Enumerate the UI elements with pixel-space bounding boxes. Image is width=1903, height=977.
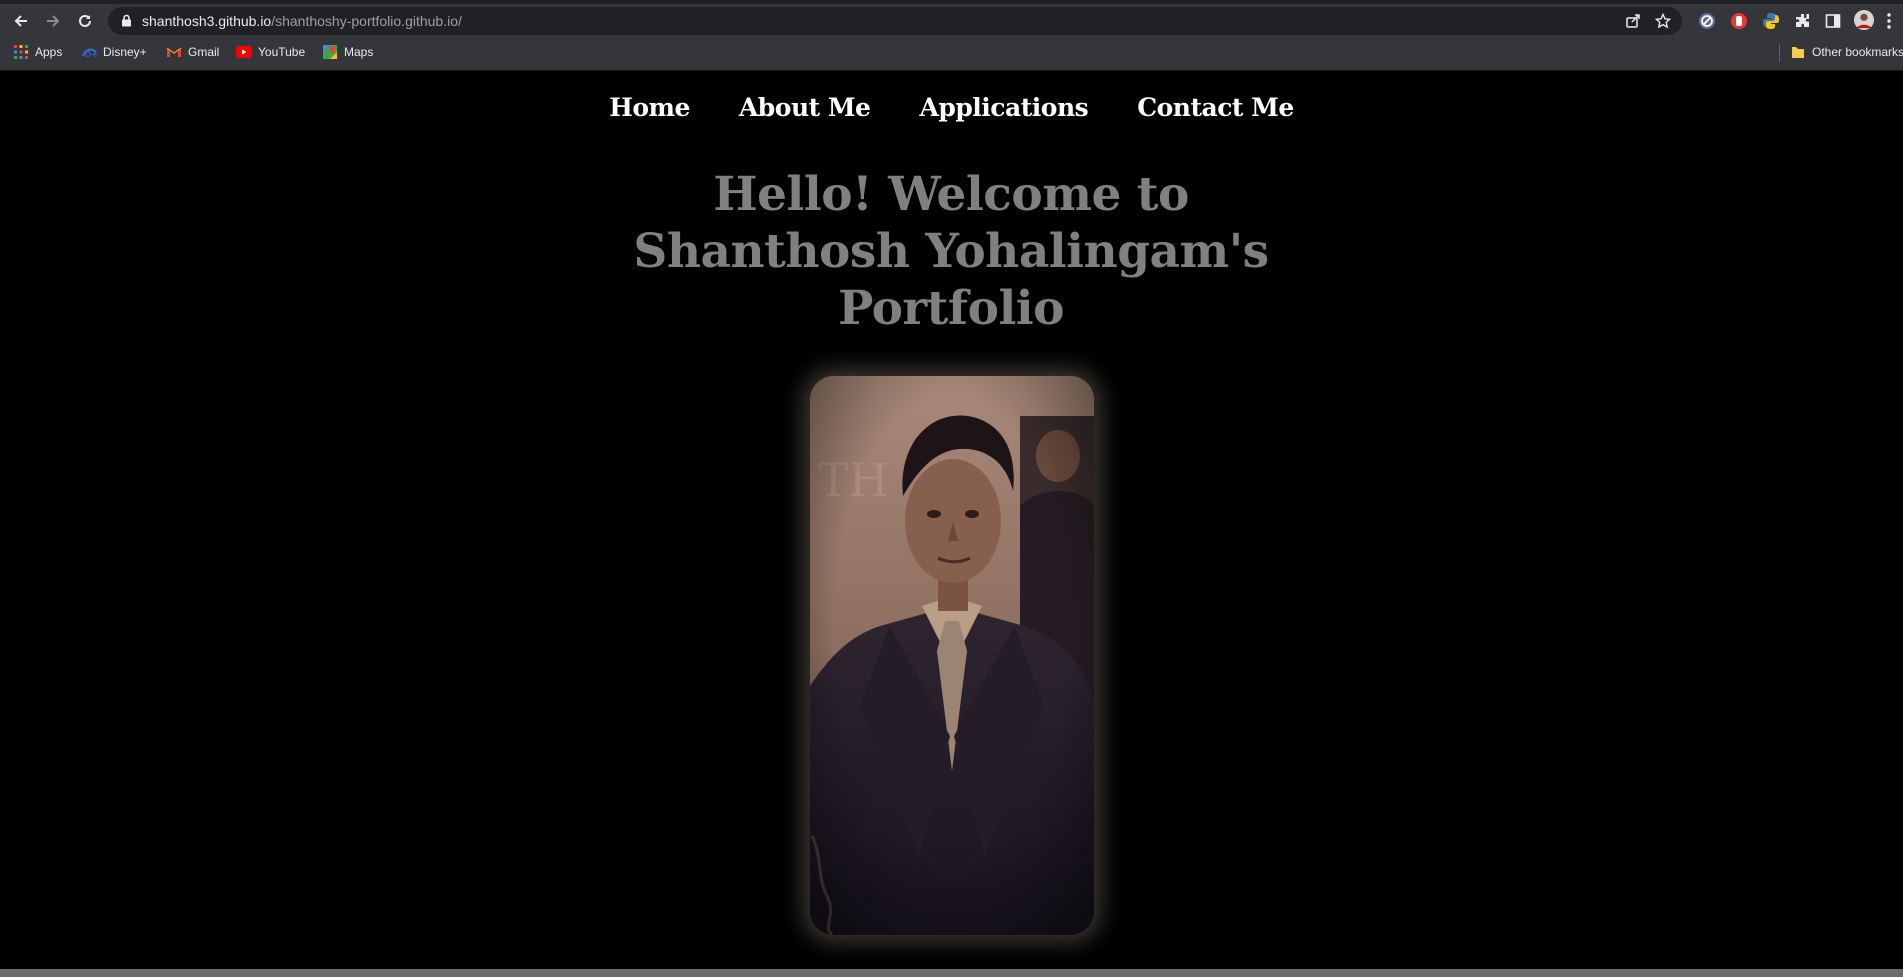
hero-title: Hello! Welcome to Shanthosh Yohalingam's…: [633, 167, 1269, 336]
google-maps-icon: [322, 44, 338, 60]
url-path: /shanthoshy-portfolio.github.io/: [271, 13, 462, 29]
python-extension-icon[interactable]: [1761, 11, 1781, 31]
profile-avatar-icon[interactable]: [1854, 10, 1874, 30]
bookmark-label: YouTube: [258, 45, 306, 59]
svg-text:D+: D+: [85, 50, 97, 59]
bookmark-label: Other bookmarks: [1812, 45, 1903, 59]
share-icon[interactable]: [1624, 12, 1642, 30]
folder-icon: [1790, 44, 1806, 60]
bookmarks-separator: [1779, 44, 1780, 62]
nav-home-link[interactable]: Home: [609, 88, 690, 128]
bookmark-label: Apps: [35, 45, 63, 59]
bookmark-maps[interactable]: Maps: [322, 42, 373, 62]
browser-toolbar: shanthosh3.github.io/shanthoshy-portfoli…: [0, 4, 1903, 38]
chrome-divider: [0, 70, 1903, 71]
bookmark-apps[interactable]: Apps: [13, 42, 62, 62]
forward-arrow-icon: [47, 15, 60, 27]
back-arrow-icon: [14, 15, 27, 27]
forward-button[interactable]: [40, 8, 66, 34]
extension-block-icon[interactable]: [1697, 11, 1717, 31]
bookmark-youtube[interactable]: YouTube: [236, 42, 305, 62]
browser-chrome: shanthosh3.github.io/shanthoshy-portfoli…: [0, 0, 1903, 70]
extensions-puzzle-icon[interactable]: [1793, 11, 1813, 31]
lock-icon: [122, 14, 131, 27]
bookmark-gmail[interactable]: Gmail: [166, 42, 219, 62]
nav-about-me-link[interactable]: About Me: [739, 88, 871, 128]
side-panel-icon[interactable]: [1823, 11, 1843, 31]
nav-applications-link[interactable]: Applications: [919, 88, 1088, 128]
bookmark-label: Gmail: [188, 45, 220, 59]
url-text[interactable]: shanthosh3.github.io/shanthoshy-portfoli…: [142, 13, 462, 29]
site-navigation: Home About Me Applications Contact Me: [0, 88, 1903, 128]
nav-contact-me-link[interactable]: Contact Me: [1137, 88, 1294, 128]
back-button[interactable]: [8, 8, 34, 34]
address-bar[interactable]: shanthosh3.github.io/shanthoshy-portfoli…: [108, 7, 1682, 35]
reload-button[interactable]: [72, 8, 98, 34]
browser-menu-icon[interactable]: [1882, 11, 1896, 31]
gmail-icon: [166, 44, 182, 60]
profile-photo: TH: [810, 376, 1094, 935]
url-host: shanthosh3.github.io: [142, 13, 272, 29]
bookmark-label: Disney+: [103, 45, 147, 59]
bookmark-label: Maps: [344, 45, 374, 59]
portrait-illustration: TH: [810, 376, 1094, 935]
youtube-icon: [236, 44, 252, 60]
extension-hand-icon[interactable]: [1729, 11, 1749, 31]
apps-grid-icon: [13, 44, 29, 60]
bookmark-star-icon[interactable]: [1654, 12, 1672, 30]
bottom-scroll-edge: [0, 969, 1903, 977]
bookmark-other-bookmarks[interactable]: Other bookmarks: [1790, 42, 1903, 62]
bookmark-disney-plus[interactable]: D+ Disney+: [81, 42, 147, 62]
disney-plus-icon: D+: [81, 44, 97, 60]
bookmarks-bar: Apps D+ Disney+ Gmail YouTube Maps Other…: [0, 38, 1903, 66]
reload-icon: [79, 14, 91, 27]
